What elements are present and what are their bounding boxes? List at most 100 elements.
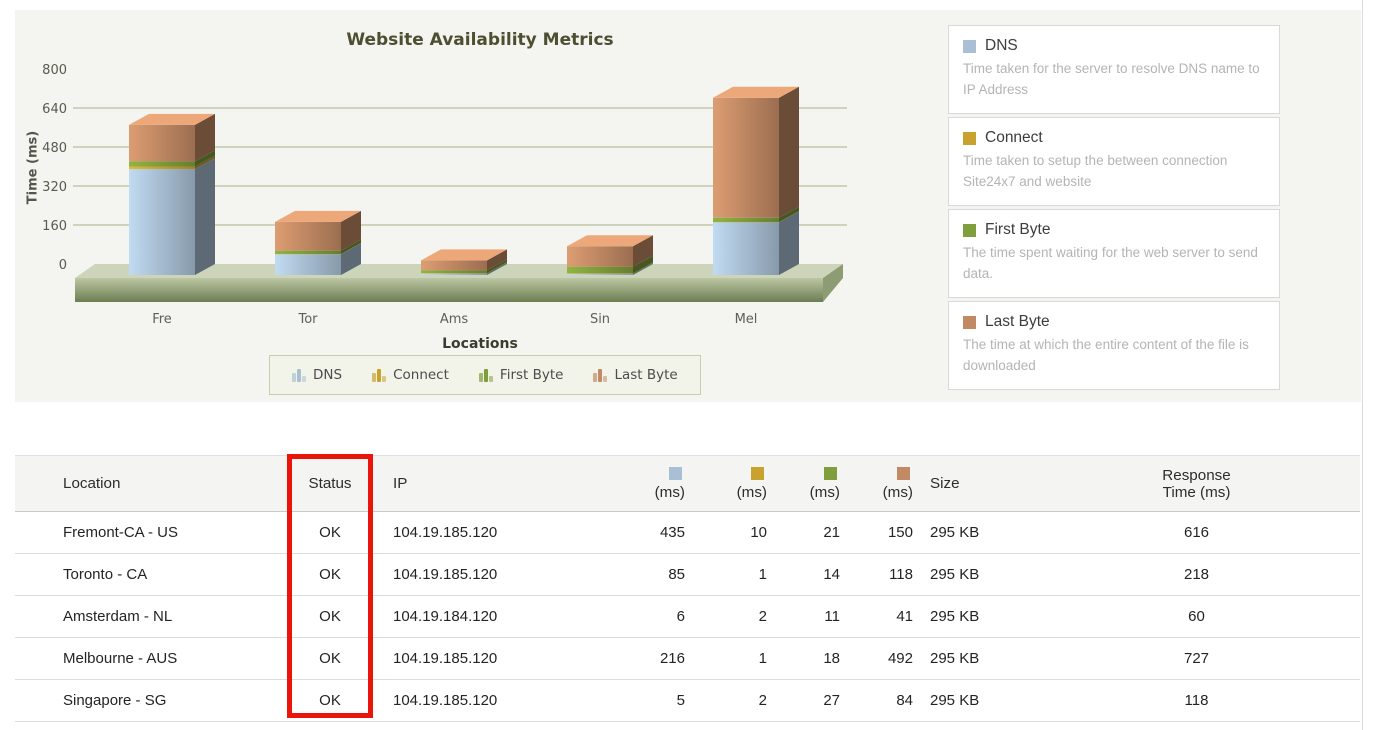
bar-Fre[interactable] bbox=[129, 113, 215, 275]
legend-label: Connect bbox=[393, 367, 449, 383]
availability-report-page: 800 640 480 320 160 0 Fre Tor Ams Sin Mel Website … bbox=[0, 0, 1380, 730]
legend-bar-icon bbox=[593, 368, 608, 382]
series-swatch-icon bbox=[751, 466, 764, 480]
bar-Fre-Last Byte bbox=[129, 124, 195, 162]
header-location: Location bbox=[63, 475, 121, 492]
cell-response: 727 bbox=[1183, 650, 1210, 667]
bar-Ams-Last Byte bbox=[421, 260, 487, 271]
cell-first_byte: 18 bbox=[823, 650, 840, 667]
header-status: Status bbox=[308, 475, 352, 492]
bar-Ams-First Byte bbox=[421, 270, 487, 274]
cell-location: Melbourne - AUS bbox=[63, 650, 178, 667]
info-card-first-byte: First Byte The time spent waiting for the… bbox=[948, 209, 1280, 298]
cell-first_byte: 14 bbox=[823, 566, 840, 583]
bar-Tor-Last Byte bbox=[275, 221, 341, 251]
card-title: DNS bbox=[985, 37, 1018, 54]
cell-first_byte: 27 bbox=[823, 692, 840, 709]
cell-size: 295 KB bbox=[930, 566, 980, 583]
card-description: Time taken for the server to resolve DNS… bbox=[963, 61, 1260, 97]
bar-Mel-Last Byte bbox=[713, 97, 779, 218]
ms-unit-label: (ms) bbox=[882, 483, 913, 501]
cell-ip: 104.19.185.120 bbox=[393, 566, 498, 583]
color-swatch-icon bbox=[963, 131, 976, 145]
bar-Tor[interactable] bbox=[275, 210, 361, 275]
x-tick-Tor: Tor bbox=[297, 312, 318, 327]
cell-ip: 104.19.185.120 bbox=[393, 650, 498, 667]
bar-Fre-DNS-side bbox=[195, 157, 215, 275]
series-swatch-icon bbox=[897, 466, 910, 480]
metric-info-cards: DNS Time taken for the server to resolve … bbox=[948, 25, 1280, 390]
cell-first_byte: 11 bbox=[824, 608, 840, 625]
page-right-border bbox=[1362, 0, 1363, 730]
cell-last_byte: 41 bbox=[896, 608, 913, 625]
legend-item-last-byte[interactable]: Last Byte bbox=[593, 367, 678, 383]
x-tick-Ams: Ams bbox=[440, 312, 469, 327]
y-tick-800: 800 bbox=[42, 63, 67, 78]
ms-unit-label: (ms) bbox=[736, 483, 767, 501]
bar-Fre-First Byte bbox=[129, 161, 195, 167]
cell-status: OK bbox=[319, 608, 341, 625]
chart-title: Website Availability Metrics bbox=[346, 30, 614, 50]
ms-unit-label: (ms) bbox=[654, 483, 685, 501]
cell-connect: 10 bbox=[750, 524, 767, 541]
legend-item-dns[interactable]: DNS bbox=[292, 367, 342, 383]
color-swatch-icon bbox=[963, 315, 976, 329]
bar-Mel[interactable] bbox=[713, 86, 799, 275]
table-row: Toronto - CA OK 104.19.185.120 85 1 14 118 295 … bbox=[15, 554, 1360, 596]
table-row: Singapore - SG OK 104.19.185.120 5 2 27 84 295 … bbox=[15, 680, 1360, 722]
cell-location: Singapore - SG bbox=[63, 692, 167, 709]
legend-item-connect[interactable]: Connect bbox=[372, 367, 449, 383]
legend-bar-icon bbox=[478, 368, 493, 382]
header-response-time: Response Time (ms) bbox=[1162, 466, 1231, 501]
card-title: First Byte bbox=[985, 221, 1051, 238]
chart-floor-front bbox=[75, 278, 823, 302]
cell-status: OK bbox=[319, 566, 341, 583]
legend-label: DNS bbox=[313, 367, 343, 383]
x-tick-Fre: Fre bbox=[152, 312, 172, 327]
color-swatch-icon bbox=[963, 223, 976, 237]
legend-label: Last Byte bbox=[614, 367, 678, 383]
bar-Sin-DNS bbox=[567, 273, 633, 275]
y-axis-label: Time (ms) bbox=[25, 130, 41, 205]
bar-Fre-DNS bbox=[129, 168, 195, 275]
cell-location: Fremont-CA - US bbox=[63, 524, 179, 541]
cell-dns: 216 bbox=[659, 650, 685, 667]
bar-Sin[interactable] bbox=[567, 235, 653, 275]
cell-response: 60 bbox=[1188, 608, 1205, 625]
cell-last_byte: 492 bbox=[887, 650, 913, 667]
table-header: Location Status IP (ms) (ms) (ms) (ms) Size Resp… bbox=[15, 455, 1360, 512]
cell-first_byte: 21 bbox=[823, 524, 840, 541]
y-tick-480: 480 bbox=[42, 141, 67, 156]
y-tick-640: 640 bbox=[42, 102, 67, 117]
bar-Sin-First Byte bbox=[567, 266, 633, 274]
cell-size: 295 KB bbox=[930, 524, 980, 541]
y-tick-160: 160 bbox=[42, 219, 67, 234]
cell-size: 295 KB bbox=[930, 692, 980, 709]
cell-size: 295 KB bbox=[930, 650, 980, 667]
cell-connect: 2 bbox=[758, 692, 767, 709]
table-row: Fremont-CA - US OK 104.19.185.120 435 10 21 15… bbox=[15, 512, 1360, 554]
table-row: Amsterdam - NL OK 104.19.184.120 6 2 11 41 295 … bbox=[15, 596, 1360, 638]
header-connect-ms: (ms) bbox=[685, 466, 767, 501]
bar-Mel-DNS bbox=[713, 222, 779, 275]
card-description: Time taken to setup the between connecti… bbox=[963, 153, 1228, 189]
card-title: Last Byte bbox=[985, 313, 1050, 330]
y-tick-0: 0 bbox=[59, 258, 67, 273]
chart-panel: 800 640 480 320 160 0 Fre Tor Ams Sin Mel Website … bbox=[15, 10, 1361, 402]
y-tick-320: 320 bbox=[42, 180, 67, 195]
ms-unit-label: (ms) bbox=[809, 483, 840, 501]
bar-Fre-Connect bbox=[129, 166, 195, 169]
legend-item-first-byte[interactable]: First Byte bbox=[478, 367, 564, 383]
card-title: Connect bbox=[985, 129, 1043, 146]
x-tick-Mel: Mel bbox=[735, 312, 758, 327]
bar-Mel-DNS-side bbox=[779, 211, 799, 275]
bar-Mel-Last Byte-side bbox=[779, 86, 799, 218]
cell-size: 295 KB bbox=[930, 608, 980, 625]
x-axis-label: Locations bbox=[442, 336, 518, 352]
info-card-connect: Connect Time taken to setup the between c… bbox=[948, 117, 1280, 206]
cell-dns: 85 bbox=[668, 566, 685, 583]
legend-label: First Byte bbox=[499, 367, 564, 383]
legend-bar-icon bbox=[292, 368, 306, 382]
cell-last_byte: 150 bbox=[887, 524, 913, 541]
bar-Ams-DNS bbox=[421, 273, 487, 275]
